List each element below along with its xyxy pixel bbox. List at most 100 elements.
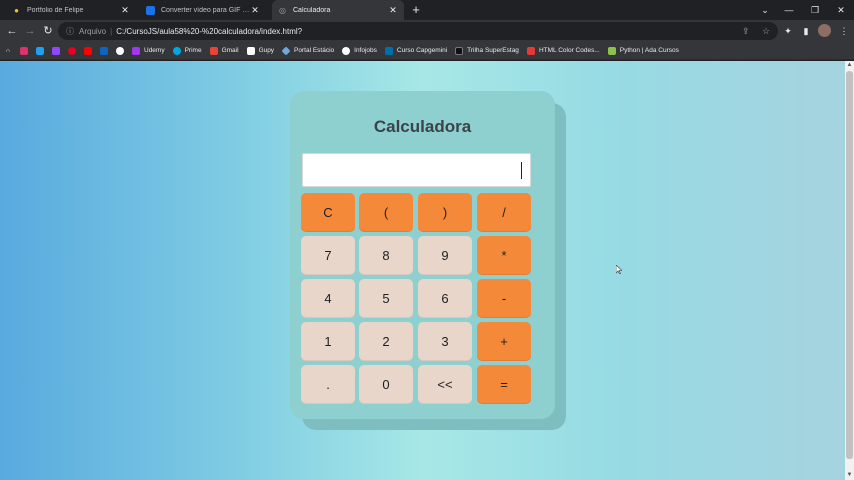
ada-icon [607,46,616,55]
tab-title: Converter vídeo para GIF animado [161,6,250,14]
key-6-button[interactable]: 6 [418,279,472,318]
estacio-icon [281,45,291,56]
tab-close-icon[interactable]: ✕ [120,5,130,16]
bookmark-superestag[interactable]: Trilha SuperEstag [455,46,519,55]
bookmark-youtube[interactable] [84,46,92,55]
menu-icon[interactable]: ⋮ [836,23,852,39]
twitch-icon [52,46,60,55]
profile-avatar[interactable] [818,24,831,37]
extensions-icon[interactable]: ✦ [780,23,796,39]
bookmark-pinterest[interactable] [68,46,76,55]
calculator-title: Calculadora [373,117,472,136]
gupy-icon [246,46,255,55]
bookmark-label: Guру [258,47,275,54]
bookmark-label: Infojobs [354,47,377,54]
tab-strip: ● Portfolio de Felipe ✕ Converter vídeo … [0,0,854,20]
key-3-button[interactable]: 3 [418,322,472,361]
reload-icon[interactable]: ↻ [40,23,56,39]
bookmark-capgemini[interactable]: Curso Capgemini [384,46,447,55]
bookmark-label: Prime [184,47,202,54]
bookmark-portal-estacio[interactable]: Portal Estácio [281,45,335,56]
key-7-button[interactable]: 7 [301,236,355,275]
bookmark-label: Gmail [221,47,239,54]
share-icon[interactable]: ⇪ [742,22,750,40]
superestag-icon [455,46,464,55]
calculator: Calculadora C()/ 7 8 9 * 4 5 6- 1 2 3 +. 0 << = [290,91,555,419]
bookmark-gmail[interactable]: Gmail [209,46,239,55]
bookmark-label: Trilha SuperEstag [467,47,519,54]
key-5-button[interactable]: 5 [359,279,413,318]
scroll-thumb[interactable] [846,71,853,459]
bookmark-infojobs[interactable]: Infojobs [342,46,377,55]
bookmark-github[interactable] [116,46,124,55]
scroll-down-icon[interactable]: ▼ [845,471,854,480]
gmail-icon [209,46,218,55]
tab-close-icon[interactable]: ✕ [388,5,398,16]
minimize-button[interactable]: — [778,0,800,20]
back-arrow-icon[interactable]: ← [4,23,20,39]
vertical-scrollbar[interactable]: ▲ ▼ [845,61,854,480]
side-panel-icon[interactable]: ▮ [798,23,814,39]
key-0-button[interactable]: 0 [359,365,413,404]
bookmark-apps[interactable]: ∩ [4,47,12,55]
bookmark-udemy[interactable]: Udemy [132,46,165,55]
tab-search-icon[interactable]: ⌄ [754,0,776,20]
browser-toolbar: ← → ↻ ⓘ Arquivo | C:/CursoJS/aula58%20-%… [0,20,854,42]
new-tab-button[interactable]: + [408,2,424,18]
calculator-display[interactable] [302,153,531,187]
key-subtract-button[interactable]: - [477,279,531,318]
bookmark-label: Udemy [144,47,165,54]
bookmark-html-color-codes[interactable]: HTML Color Codes... [526,46,600,55]
tab-close-icon[interactable]: ✕ [250,5,260,16]
key-9-button[interactable]: 9 [418,236,472,275]
tab-calculadora[interactable]: ◎ Calculadora ✕ [272,0,404,20]
key-open-paren-button[interactable]: ( [359,193,413,232]
bookmark-ada-cursos[interactable]: Python | Ada Cursos [607,46,679,55]
key-clear-button[interactable]: C [301,193,355,232]
tab-title: Portfolio de Felipe [27,6,84,14]
twitter-icon [36,46,44,55]
key-add-button[interactable]: + [477,322,531,361]
key-equals-button[interactable]: = [477,365,531,404]
github-icon [116,46,124,55]
apps-icon: ∩ [5,47,11,54]
tab-portfolio[interactable]: ● Portfolio de Felipe ✕ [6,0,136,20]
mouse-cursor-icon [616,265,622,274]
text-caret [521,162,522,179]
infojobs-icon [342,46,351,55]
close-window-button[interactable]: ✕ [830,0,852,20]
key-4-button[interactable]: 4 [301,279,355,318]
bookmark-twitter[interactable] [36,46,44,55]
tab-converter[interactable]: Converter vídeo para GIF animado ✕ [140,0,266,20]
bookmark-star-icon[interactable]: ☆ [762,22,770,40]
restore-button[interactable]: ❐ [804,0,826,20]
url-text[interactable]: C:/CursoJS/aula58%20-%20calculadora/inde… [116,27,302,36]
bookmark-label: HTML Color Codes... [538,47,600,54]
key-8-button[interactable]: 8 [359,236,413,275]
bookmark-linkedin[interactable] [100,46,108,55]
info-icon[interactable]: ⓘ [66,26,74,37]
key-2-button[interactable]: 2 [359,322,413,361]
bookmark-gupy[interactable]: Guру [246,46,275,55]
bookmark-instagram[interactable] [20,46,28,55]
prime-icon [172,46,181,55]
address-bar[interactable]: ⓘ Arquivo | C:/CursoJS/aula58%20-%20calc… [58,22,778,40]
bookmarks-bar: ∩ Udemy Prime Gmail Guру Portal Estácio … [0,42,854,60]
bookmark-twitch[interactable] [52,46,60,55]
key-multiply-button[interactable]: * [477,236,531,275]
key-backspace-button[interactable]: << [418,365,472,404]
key-1-button[interactable]: 1 [301,322,355,361]
url-separator: | [110,26,113,36]
htmlcolor-icon [526,46,535,55]
bookmark-prime[interactable]: Prime [172,46,202,55]
youtube-icon [84,46,92,55]
forward-arrow-icon[interactable]: → [22,23,38,39]
tab-title: Calculadora [293,6,331,14]
capgemini-icon [384,46,393,55]
key-divide-button[interactable]: / [477,193,531,232]
key-decimal-button[interactable]: . [301,365,355,404]
bookmark-label: Portal Estácio [294,47,335,54]
key-close-paren-button[interactable]: ) [418,193,472,232]
page-viewport: Calculadora C()/ 7 8 9 * 4 5 6- 1 2 3 +. 0 << = [0,61,845,480]
scroll-up-icon[interactable]: ▲ [845,61,854,70]
